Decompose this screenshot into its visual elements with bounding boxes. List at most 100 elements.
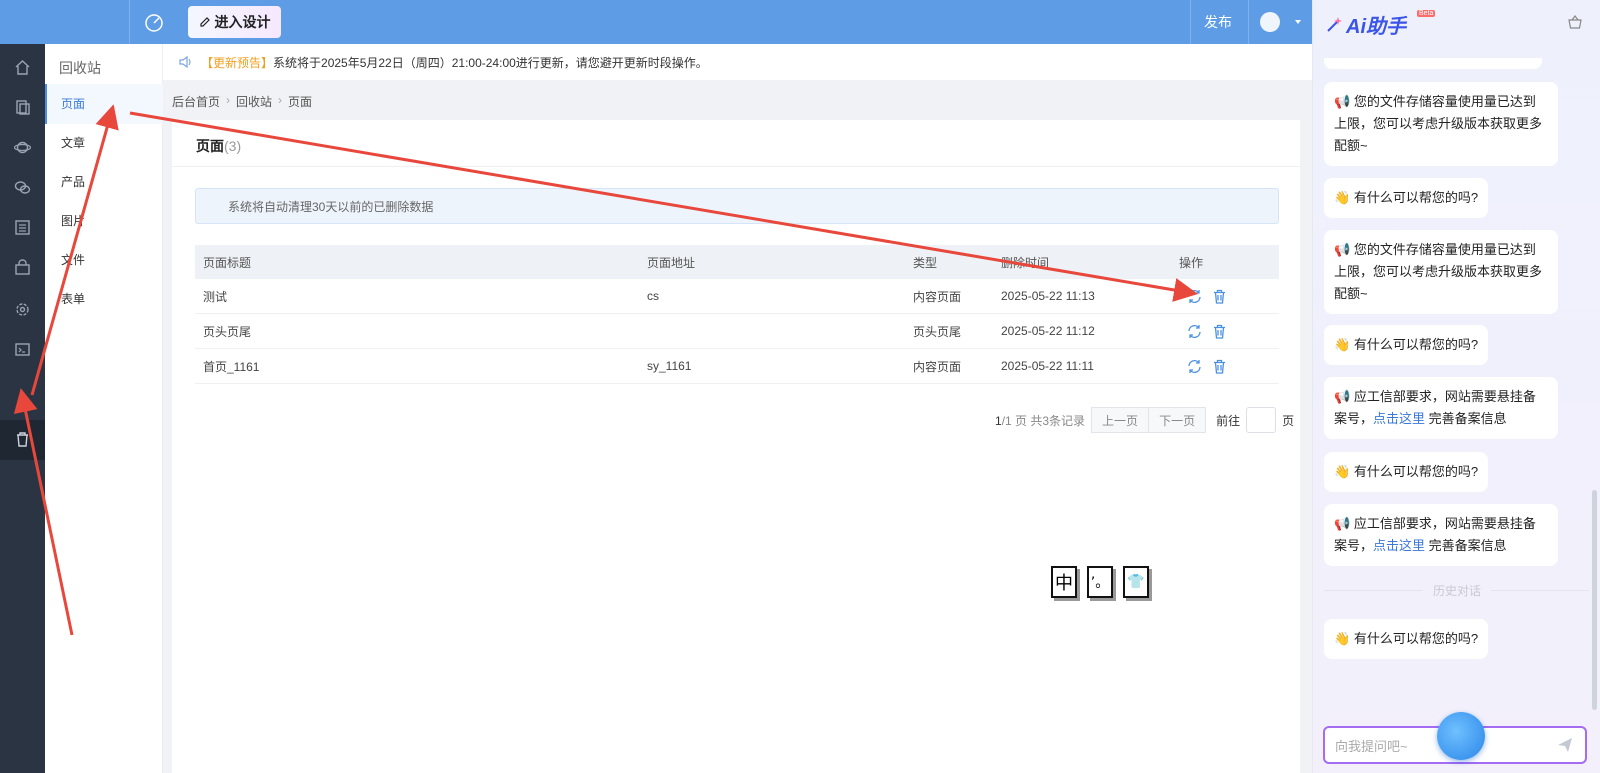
ime-chinese-key[interactable]: 中 bbox=[1051, 566, 1077, 598]
megaphone-icon: 📢 bbox=[1334, 389, 1351, 404]
restore-icon[interactable] bbox=[1187, 359, 1202, 374]
history-label[interactable]: 历史对话 bbox=[1423, 582, 1492, 599]
filing-link[interactable]: 点击这里 bbox=[1373, 538, 1425, 553]
chat-message: 📢 应工信部要求，网站需要悬挂备案号，点击这里 完善备案信息 bbox=[1324, 377, 1558, 439]
ime-punctuation-key[interactable]: ’。 bbox=[1087, 566, 1113, 598]
table-row: 测试 cs 内容页面 2025-05-22 11:13 bbox=[195, 279, 1279, 314]
subnav-item-pages[interactable]: 页面 bbox=[61, 95, 85, 112]
delete-icon[interactable] bbox=[1212, 324, 1227, 339]
chat-message: 📢 您的文件存储容量使用量已达到上限，您可以考虑升级版本获取更多配额~ bbox=[1324, 230, 1558, 314]
table-row: 页头页尾 页头页尾 2025-05-22 11:12 bbox=[195, 314, 1279, 349]
row-time: 2025-05-22 11:13 bbox=[1001, 289, 1095, 303]
delete-icon[interactable] bbox=[1212, 359, 1227, 374]
wave-hand-icon: 👋 bbox=[1334, 190, 1351, 205]
row-time: 2025-05-22 11:12 bbox=[1001, 324, 1095, 338]
row-url: sy_1161 bbox=[647, 359, 692, 373]
chat-message-text: 有什么可以帮您的吗? bbox=[1353, 337, 1479, 352]
gift-basket-icon[interactable] bbox=[1567, 14, 1583, 30]
chat-message-text: 有什么可以帮您的吗? bbox=[1353, 190, 1479, 205]
auto-clean-alert: 系统将自动清理30天以前的已删除数据 bbox=[195, 188, 1279, 224]
row-actions bbox=[1187, 289, 1227, 304]
subnav-title: 回收站 bbox=[59, 60, 101, 76]
floating-assistant-ball[interactable] bbox=[1437, 712, 1485, 760]
page-title: 页面(3) bbox=[196, 136, 241, 156]
deleted-pages-table: 页面标题 页面地址 类型 删除时间 操作 测试 cs 内容页面 2025-05-… bbox=[195, 245, 1279, 384]
breadcrumb-recycle[interactable]: 回收站 bbox=[236, 93, 272, 110]
chat-message: 👋 有什么可以帮您的吗? bbox=[1324, 178, 1489, 218]
row-title: 首页_1161 bbox=[203, 359, 260, 374]
row-title: 页头页尾 bbox=[203, 324, 252, 339]
ai-logo-text: Ai助手 bbox=[1346, 16, 1406, 38]
page-count: (3) bbox=[224, 138, 242, 154]
top-left-area bbox=[0, 0, 130, 44]
delete-icon[interactable] bbox=[1212, 289, 1227, 304]
header-title: 页面标题 bbox=[203, 255, 252, 270]
megaphone-icon: 📢 bbox=[1334, 94, 1351, 109]
enter-design-button[interactable]: 进入设计 bbox=[188, 6, 281, 38]
table-header: 页面标题 页面地址 类型 删除时间 操作 bbox=[195, 245, 1279, 279]
speaker-icon bbox=[179, 56, 191, 68]
planet-icon[interactable] bbox=[14, 139, 31, 156]
enter-design-label: 进入设计 bbox=[214, 14, 271, 30]
main-sidebar bbox=[0, 44, 45, 773]
ime-toolbar: 中 ’。 👕 bbox=[1051, 566, 1149, 598]
chat-message: 📢 应工信部要求，网站需要悬挂备案号，点击这里 完善备案信息 bbox=[1324, 504, 1558, 566]
chat-message-text: 您的文件存储容量使用量已达到上限，您可以考虑升级版本获取更多配额~ bbox=[1334, 94, 1543, 153]
pager-current: 1 bbox=[995, 413, 1002, 428]
megaphone-icon: 📢 bbox=[1334, 516, 1351, 531]
user-avatar[interactable] bbox=[1260, 12, 1280, 32]
breadcrumb-current: 页面 bbox=[288, 95, 313, 109]
terminal-icon[interactable] bbox=[14, 341, 31, 358]
wave-hand-icon: 👋 bbox=[1334, 337, 1351, 352]
prev-page-button[interactable]: 上一页 bbox=[1091, 407, 1150, 433]
assistant-scrollbar[interactable] bbox=[1592, 490, 1597, 710]
breadcrumb-separator-icon: › bbox=[278, 93, 283, 107]
wave-hand-icon: 👋 bbox=[1334, 631, 1351, 646]
gear-icon[interactable] bbox=[14, 301, 31, 318]
goto-label: 前往 bbox=[1216, 413, 1241, 428]
edit-pencil-icon bbox=[199, 17, 210, 27]
recycle-bin-icon[interactable] bbox=[14, 431, 31, 448]
notice-highlight: 【更新预告】 bbox=[201, 55, 274, 70]
chat-message-text: 完善备案信息 bbox=[1428, 411, 1507, 426]
chat-message-text: 您的文件存储容量使用量已达到上限，您可以考虑升级版本获取更多配额~ bbox=[1334, 242, 1543, 301]
magic-wand-icon bbox=[1327, 16, 1342, 32]
send-icon[interactable] bbox=[1556, 736, 1574, 754]
pager-total: /1 页 共3条记录 bbox=[1001, 413, 1086, 428]
ime-skin-key[interactable]: 👕 bbox=[1123, 566, 1149, 598]
chat-message-text: 完善备案信息 bbox=[1428, 538, 1507, 553]
restore-icon[interactable] bbox=[1187, 289, 1202, 304]
chat-message: 📢 您的文件存储容量使用量已达到上限，您可以考虑升级版本获取更多配额~ bbox=[1324, 82, 1558, 166]
dashboard-speed-icon[interactable] bbox=[143, 12, 165, 32]
shop-bag-icon[interactable] bbox=[14, 259, 31, 276]
ai-assistant-logo: Ai助手 bbox=[1325, 10, 1406, 39]
list-icon[interactable] bbox=[14, 219, 31, 236]
subnav-item-files[interactable]: 文件 bbox=[61, 251, 85, 268]
update-notice: 【更新预告】 系统将于2025年5月22日（周四）21:00-24:00进行更新… bbox=[163, 44, 1312, 80]
restore-icon[interactable] bbox=[1187, 324, 1202, 339]
publish-button[interactable]: 发布 bbox=[1204, 12, 1232, 32]
pages-icon[interactable] bbox=[14, 99, 31, 116]
top-divider bbox=[1190, 0, 1191, 44]
table-row: 首页_1161 sy_1161 内容页面 2025-05-22 11:11 bbox=[195, 349, 1279, 384]
breadcrumb-home[interactable]: 后台首页 bbox=[172, 93, 220, 110]
page-unit-label: 页 bbox=[1282, 413, 1295, 428]
chevron-down-icon[interactable] bbox=[1295, 20, 1301, 24]
next-page-button[interactable]: 下一页 bbox=[1149, 407, 1207, 433]
subnav-item-products[interactable]: 产品 bbox=[61, 173, 85, 190]
subnav-item-articles[interactable]: 文章 bbox=[61, 134, 85, 151]
filing-link[interactable]: 点击这里 bbox=[1373, 411, 1425, 426]
subnav-item-forms[interactable]: 表单 bbox=[61, 290, 85, 307]
top-divider bbox=[1248, 0, 1249, 44]
home-icon[interactable] bbox=[14, 59, 31, 76]
row-actions bbox=[1187, 324, 1227, 339]
panel-divider bbox=[172, 166, 1300, 167]
content-panel: 页面(3) 系统将自动清理30天以前的已删除数据 页面标题 页面地址 类型 删除… bbox=[172, 120, 1300, 773]
wechat-icon[interactable] bbox=[14, 179, 31, 196]
breadcrumb-separator-icon: › bbox=[226, 93, 231, 107]
row-type: 内容页面 bbox=[913, 289, 962, 304]
subnav-item-images[interactable]: 图片 bbox=[61, 212, 85, 229]
chat-message-text: 有什么可以帮您的吗? bbox=[1353, 631, 1479, 646]
header-url: 页面地址 bbox=[647, 255, 696, 270]
goto-page-input[interactable] bbox=[1246, 407, 1277, 433]
